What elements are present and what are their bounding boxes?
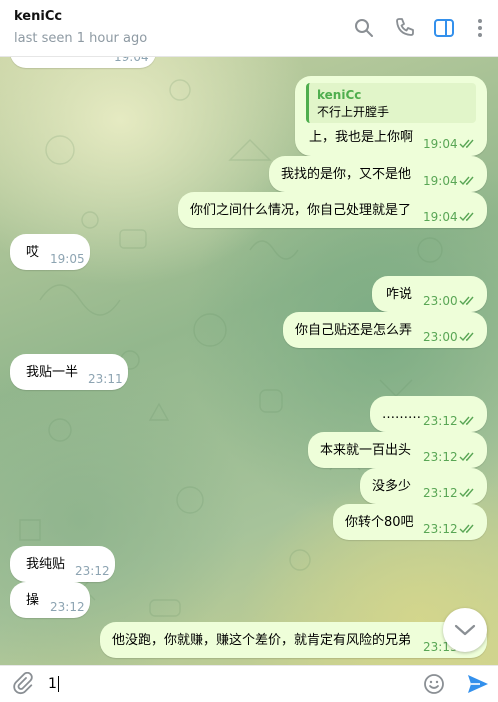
message-text: 他没跑，你就赚，赚这个差价，就肯定有风险的兄弟 [112, 633, 412, 648]
send-icon [468, 675, 488, 693]
chat-title[interactable]: keniCc [14, 9, 62, 24]
message-outgoing[interactable]: 你转个80吧 23:12 [333, 504, 487, 540]
message-time: 23:12 [423, 450, 458, 464]
scroll-to-bottom-button[interactable] [443, 608, 487, 652]
message-time: 23:11 [88, 372, 123, 386]
message-outgoing[interactable]: 我找的是你，又不是他 19:04 [269, 156, 487, 192]
sidebar-toggle-icon[interactable] [432, 16, 456, 40]
message-text: 哎 [26, 245, 40, 260]
message-input[interactable]: 1 [48, 666, 408, 702]
read-checkmarks-icon [459, 137, 476, 149]
message-time: 23:12 [423, 522, 458, 536]
message-text: ……… [382, 407, 421, 422]
message-text: 操 [26, 593, 40, 608]
search-icon[interactable] [352, 16, 376, 40]
message-time: 23:12 [423, 414, 458, 428]
read-checkmarks-icon [459, 174, 476, 186]
message-outgoing[interactable]: 你自己贴还是怎么弄 23:00 [283, 312, 487, 348]
message-text: 咋说 [386, 287, 413, 302]
message-incoming[interactable]: 哎 19:05 [10, 234, 90, 270]
message-text: 没多少 [372, 479, 412, 494]
message-text: 你自己贴还是怎么弄 [295, 323, 413, 338]
message-text: 你们之间什么情况，你自己处理就是了 [190, 203, 412, 218]
reply-text: 不行上开膛手 [317, 105, 390, 119]
message-outgoing-reply[interactable]: keniCc 不行上开膛手 上，我也是上你啊 19:04 [295, 76, 487, 156]
chat-header: keniCc last seen 1 hour ago [0, 0, 498, 57]
message-text: 我纯贴 [26, 557, 66, 572]
message-time: 19:04 [423, 174, 458, 188]
reply-author: keniCc [317, 88, 362, 102]
read-checkmarks-icon [459, 522, 476, 534]
emoji-icon[interactable] [422, 672, 446, 696]
read-checkmarks-icon [459, 450, 476, 462]
message-outgoing[interactable]: 没多少 23:12 [360, 468, 487, 504]
message-outgoing[interactable]: 咋说 23:00 [372, 276, 487, 312]
message-composer: 1 [0, 665, 498, 702]
message-time: 19:04 [423, 137, 458, 151]
message-time: 23:00 [423, 294, 458, 308]
more-icon[interactable] [468, 16, 492, 40]
message-text: 我贴一半 [26, 365, 79, 380]
read-checkmarks-icon [459, 486, 476, 498]
message-outgoing[interactable]: 他没跑，你就赚，赚这个差价，就肯定有风险的兄弟 23:13 [100, 622, 487, 658]
phone-icon[interactable] [393, 16, 417, 40]
read-checkmarks-icon [459, 294, 476, 306]
text-caret [57, 676, 59, 692]
read-checkmarks-icon [459, 330, 476, 342]
send-button[interactable] [465, 671, 491, 697]
paperclip-icon[interactable] [11, 671, 35, 696]
chevron-down-icon [454, 624, 476, 636]
message-text: 我找的是你，又不是他 [281, 167, 412, 182]
message-outgoing[interactable]: 本来就一百出头 23:12 [308, 432, 487, 468]
message-text: 你转个80吧 [345, 515, 414, 530]
message-time: 23:12 [50, 600, 85, 614]
read-checkmarks-icon [459, 414, 476, 426]
chat-last-seen: last seen 1 hour ago [14, 31, 148, 46]
message-outgoing[interactable]: 你们之间什么情况，你自己处理就是了 19:04 [178, 192, 487, 228]
message-time: 23:12 [75, 564, 110, 578]
message-text: 上，我也是上你啊 [309, 130, 414, 145]
message-input-value: 1 [48, 676, 57, 692]
read-checkmarks-icon [459, 210, 476, 222]
message-outgoing[interactable]: ……… 23:12 [370, 396, 487, 432]
message-time: 19:04 [423, 210, 458, 224]
message-text: 本来就一百出头 [320, 443, 412, 458]
message-time: 19:05 [50, 252, 85, 266]
message-incoming[interactable]: 我纯贴 23:12 [10, 546, 115, 582]
message-time: 23:00 [423, 330, 458, 344]
message-incoming[interactable]: 操 23:12 [10, 582, 90, 618]
reply-quote[interactable]: keniCc 不行上开膛手 [306, 83, 476, 123]
message-incoming[interactable]: 我贴一半 23:11 [10, 354, 128, 390]
message-time: 23:12 [423, 486, 458, 500]
